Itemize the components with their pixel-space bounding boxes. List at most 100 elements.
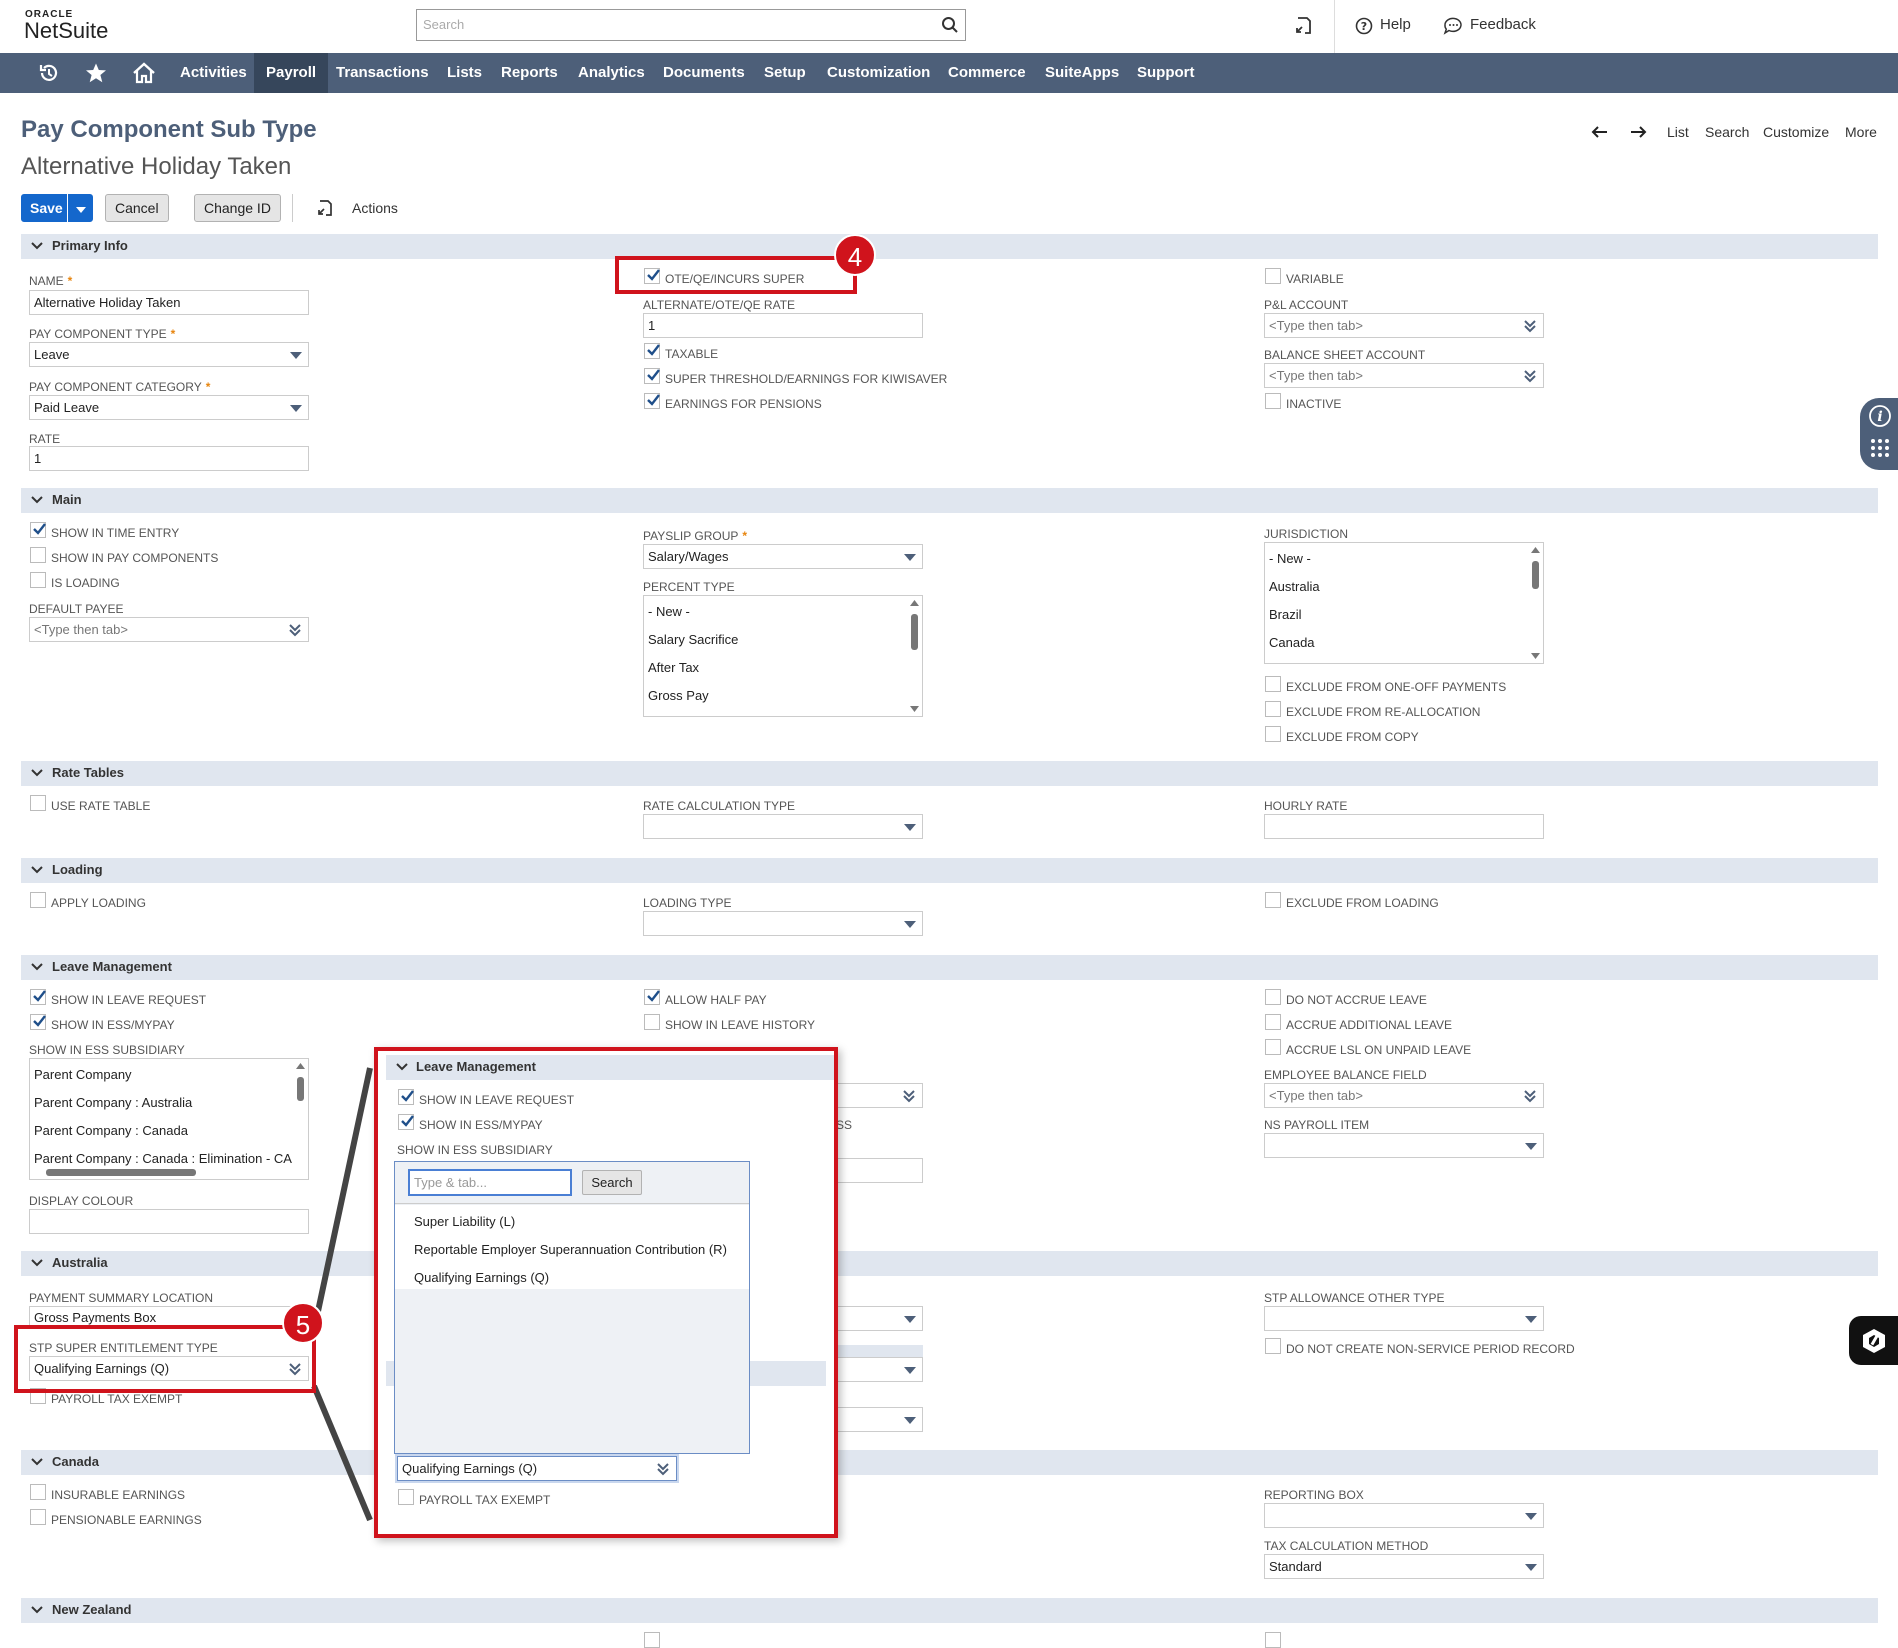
recent-records-icon[interactable] [1293,15,1313,37]
employee-balance-field[interactable]: <Type then tab> [1264,1083,1544,1108]
info-icon[interactable]: i [1868,404,1892,428]
list-item[interactable]: Brazil [1269,607,1302,622]
percent-type-listbox[interactable]: - New - Salary Sacrifice After Tax Gross… [643,595,923,717]
pl-account-field[interactable]: <Type then tab> [1264,313,1544,338]
show-in-pay-components-checkbox[interactable] [30,547,46,563]
rate-calculation-type-select[interactable] [643,814,923,839]
actions-menu[interactable]: Actions [352,200,398,216]
section-main[interactable]: Main [21,488,1878,513]
default-payee-field[interactable]: <Type then tab> [29,617,309,642]
exclude-from-loading-checkbox[interactable] [1265,892,1281,908]
zoom-show-in-ess-checkbox[interactable] [398,1114,414,1130]
customize-link[interactable]: Customize [1763,124,1829,140]
nav-customization[interactable]: Customization [827,53,930,93]
do-not-accrue-leave-checkbox[interactable] [1265,989,1281,1005]
pay-component-type-select[interactable]: Leave [29,342,309,367]
apply-loading-checkbox[interactable] [30,892,46,908]
scrollbar-thumb[interactable] [1532,561,1539,589]
pay-component-category-select[interactable]: Paid Leave [29,395,309,420]
popup-search-input[interactable]: Type & tab... [408,1169,572,1196]
stp-allowance-other-type-select[interactable] [1264,1306,1544,1331]
ns-payroll-item-select[interactable] [1264,1133,1544,1158]
feedback-icon[interactable] [1443,17,1463,35]
nav-documents[interactable]: Documents [663,53,745,93]
popup-option[interactable]: Reportable Employer Superannuation Contr… [414,1242,727,1257]
taxable-checkbox[interactable] [644,343,660,359]
section-loading[interactable]: Loading [21,858,1878,883]
nav-commerce[interactable]: Commerce [948,53,1026,93]
horizontal-scrollbar-thumb[interactable] [46,1169,196,1176]
list-item[interactable]: Parent Company [34,1067,132,1082]
cancel-button[interactable]: Cancel [105,194,169,222]
recent-history-icon[interactable] [38,62,60,84]
scroll-down-icon[interactable] [910,706,919,712]
popup-option[interactable]: Qualifying Earnings (Q) [414,1270,549,1285]
more-link[interactable]: More [1845,124,1877,140]
previous-record-arrow-icon[interactable] [1590,125,1608,139]
scroll-up-icon[interactable] [1531,547,1540,553]
insurable-earnings-checkbox[interactable] [30,1484,46,1500]
list-item[interactable]: Canada [1269,635,1315,650]
list-item[interactable]: Gross Pay [648,688,709,703]
section-rate-tables[interactable]: Rate Tables [21,761,1878,786]
actions-icon[interactable] [316,198,334,218]
jurisdiction-listbox[interactable]: - New - Australia Brazil Canada [1264,542,1544,664]
ess-subsidiary-listbox[interactable]: Parent Company Parent Company : Australi… [29,1058,309,1180]
allow-half-pay-checkbox[interactable] [644,989,660,1005]
popup-option[interactable]: Super Liability (L) [414,1214,515,1229]
netsuite-logo[interactable]: NetSuite [24,18,108,44]
rate-field[interactable]: 1 [29,446,309,471]
apps-grid-icon[interactable] [1870,438,1890,458]
double-chevron-down-icon[interactable] [657,1462,669,1476]
nav-transactions[interactable]: Transactions [336,53,429,93]
double-chevron-down-icon[interactable] [1524,319,1536,333]
double-chevron-down-icon[interactable] [1524,1089,1536,1103]
nav-suiteapps[interactable]: SuiteApps [1045,53,1119,93]
nav-setup[interactable]: Setup [764,53,806,93]
help-link[interactable]: Help [1380,16,1411,33]
list-item[interactable]: - New - [648,604,690,619]
popup-search-button[interactable]: Search [582,1170,642,1195]
global-search-input[interactable]: Search [416,9,966,41]
nav-analytics[interactable]: Analytics [578,53,645,93]
list-item[interactable]: Australia [1269,579,1320,594]
display-colour-field[interactable] [29,1209,309,1234]
alternate-rate-field[interactable]: 1 [643,313,923,338]
show-in-time-entry-checkbox[interactable] [30,522,46,538]
pensionable-earnings-checkbox[interactable] [30,1509,46,1525]
zoom-show-in-leave-request-checkbox[interactable] [398,1089,414,1105]
nav-payroll[interactable]: Payroll [254,53,329,93]
nav-lists[interactable]: Lists [447,53,482,93]
exclude-copy-checkbox[interactable] [1265,726,1281,742]
list-item[interactable]: Parent Company : Canada : Elimination - … [34,1151,294,1166]
inactive-checkbox[interactable] [1265,393,1281,409]
use-rate-table-checkbox[interactable] [30,795,46,811]
section-leave-management[interactable]: Leave Management [21,955,1878,980]
hourly-rate-field[interactable] [1264,814,1544,839]
show-in-leave-history-checkbox[interactable] [644,1014,660,1030]
zoom-payroll-tax-exempt-checkbox[interactable] [398,1489,414,1505]
change-id-button[interactable]: Change ID [194,194,281,222]
save-button[interactable]: Save [21,194,67,222]
list-item[interactable]: Parent Company : Australia [34,1095,192,1110]
feedback-link[interactable]: Feedback [1470,16,1536,33]
list-item[interactable]: After Tax [648,660,699,675]
section-primary-info[interactable]: Primary Info [21,234,1878,259]
zoom-section-bar[interactable]: Leave Management [386,1055,834,1080]
nav-support[interactable]: Support [1137,53,1195,93]
nz-checkbox-partial-2[interactable] [1265,1632,1281,1648]
assistant-hexagon-icon[interactable] [1861,1327,1887,1355]
tax-calculation-method-select[interactable]: Standard [1264,1554,1544,1579]
nav-reports[interactable]: Reports [501,53,558,93]
show-in-leave-request-checkbox[interactable] [30,989,46,1005]
favorites-star-icon[interactable] [85,62,107,84]
non-service-period-checkbox[interactable] [1265,1338,1281,1354]
payslip-group-select[interactable]: Salary/Wages [643,544,923,569]
home-icon[interactable] [132,62,156,84]
double-chevron-down-icon[interactable] [1524,369,1536,383]
section-new-zealand[interactable]: New Zealand [21,1598,1878,1623]
earnings-for-pensions-checkbox[interactable] [644,393,660,409]
nav-activities[interactable]: Activities [180,53,247,93]
exclude-reallocation-checkbox[interactable] [1265,701,1281,717]
is-loading-checkbox[interactable] [30,572,46,588]
